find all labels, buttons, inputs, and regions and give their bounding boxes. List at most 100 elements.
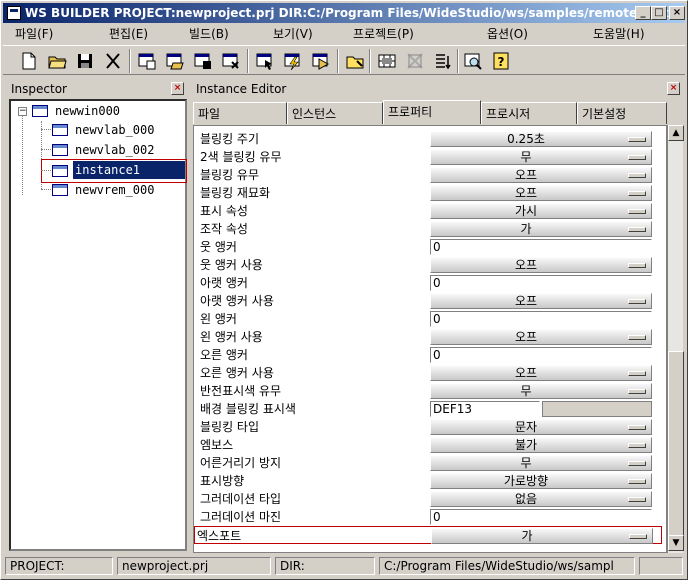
property-input[interactable]: 0 xyxy=(430,509,652,525)
property-choice[interactable]: 오프 xyxy=(430,185,652,201)
window-select-icon[interactable] xyxy=(253,49,277,73)
option-menu-button[interactable] xyxy=(628,335,646,340)
cut-icon[interactable] xyxy=(101,49,125,73)
option-menu-button[interactable] xyxy=(628,461,646,466)
open-folder-icon[interactable] xyxy=(45,49,69,73)
property-choice[interactable]: 오프 xyxy=(430,257,652,273)
inspector-tree[interactable]: − newwin000 newvlab_000 newvlab_002 inst… xyxy=(9,99,187,551)
option-menu-button[interactable] xyxy=(628,479,646,484)
new-window-icon[interactable] xyxy=(135,49,159,73)
property-label: 블링킹 주기 xyxy=(200,132,260,146)
property-choice[interactable]: 오프 xyxy=(430,329,652,345)
tree-node-selected[interactable]: instance1 xyxy=(73,161,185,179)
folder-icon[interactable] xyxy=(343,49,367,73)
property-input[interactable]: 0 xyxy=(430,347,652,363)
preview-icon[interactable] xyxy=(461,49,485,73)
menu-options[interactable]: 옵션(O) xyxy=(487,24,528,44)
build-icon[interactable] xyxy=(281,49,305,73)
tree-node[interactable]: newvlab_002 xyxy=(75,141,154,159)
save-window-icon[interactable] xyxy=(191,49,215,73)
property-choice[interactable]: 무 xyxy=(430,149,652,165)
property-choice[interactable]: 오프 xyxy=(430,293,652,309)
tree-expander[interactable]: − xyxy=(18,107,27,116)
option-menu-button[interactable] xyxy=(628,155,646,160)
property-choice[interactable]: 가 xyxy=(431,528,653,544)
option-menu-button[interactable] xyxy=(628,299,646,304)
property-choice[interactable]: 오프 xyxy=(430,167,652,183)
tab-default-settings[interactable]: 기본설정 xyxy=(577,102,667,124)
maximize-button[interactable]: □ xyxy=(651,6,667,20)
property-choice[interactable]: 없음 xyxy=(430,491,652,507)
new-file-icon[interactable] xyxy=(17,49,41,73)
tree-node[interactable]: newvlab_000 xyxy=(75,121,154,139)
scrollbar-thumb[interactable] xyxy=(668,351,684,537)
close-window-icon[interactable] xyxy=(219,49,243,73)
option-menu-button[interactable] xyxy=(628,173,646,178)
tab-property[interactable]: 프로퍼티 xyxy=(383,100,481,124)
tree-node[interactable]: newvrem_000 xyxy=(75,181,154,199)
tab-procedure[interactable]: 프로시저 xyxy=(481,102,577,124)
tab-file[interactable]: 파일 xyxy=(193,102,287,124)
property-input[interactable]: 0 xyxy=(430,239,652,255)
title-bar[interactable]: WS BUILDER PROJECT:newproject.prj DIR:C:… xyxy=(3,3,685,23)
toolbar: ? xyxy=(3,45,685,75)
tree-node-root[interactable]: newwin000 xyxy=(55,102,120,120)
property-choice[interactable]: 가로방향 xyxy=(430,473,652,489)
property-value: 오프 xyxy=(514,366,538,380)
run-icon[interactable] xyxy=(309,49,333,73)
property-choice[interactable]: 오프 xyxy=(430,365,652,381)
option-menu-button[interactable] xyxy=(628,425,646,430)
tab-instance[interactable]: 인스턴스 xyxy=(287,102,383,124)
editor-close-button[interactable]: × xyxy=(667,82,680,95)
menu-build[interactable]: 빌드(B) xyxy=(189,24,229,44)
window-icon xyxy=(32,105,48,117)
grid-icon[interactable] xyxy=(375,49,399,73)
property-label: 조작 속성 xyxy=(200,222,248,236)
option-menu-button[interactable] xyxy=(628,191,646,196)
align-icon[interactable] xyxy=(403,49,427,73)
option-menu-button[interactable] xyxy=(628,443,646,448)
save-icon[interactable] xyxy=(73,49,97,73)
menu-edit[interactable]: 편집(E) xyxy=(109,24,148,44)
scroll-down-button[interactable]: ▼ xyxy=(668,535,684,551)
option-menu-button[interactable] xyxy=(628,389,646,394)
menu-view[interactable]: 보기(V) xyxy=(273,24,313,44)
help-icon[interactable]: ? xyxy=(489,49,513,73)
close-button[interactable]: × xyxy=(669,6,685,20)
menu-help[interactable]: 도움말(H) xyxy=(593,24,645,44)
property-input[interactable]: 0 xyxy=(430,275,652,291)
option-menu-button[interactable] xyxy=(628,263,646,268)
property-row: 왼 앵커 사용 오프 xyxy=(198,328,658,346)
option-menu-button[interactable] xyxy=(628,371,646,376)
property-choice[interactable]: 가시 xyxy=(430,203,652,219)
open-window-icon[interactable] xyxy=(163,49,187,73)
property-choice[interactable]: 무 xyxy=(430,455,652,471)
property-row: 그러데이션 마진 0 xyxy=(198,508,658,526)
property-choice[interactable]: 가 xyxy=(430,221,652,237)
property-choice[interactable]: 불가 xyxy=(430,437,652,453)
property-choice[interactable]: 문자 xyxy=(430,419,652,435)
option-menu-button[interactable] xyxy=(628,209,646,214)
window-title: WS BUILDER PROJECT:newproject.prj DIR:C:… xyxy=(25,6,685,20)
property-choice[interactable]: 무 xyxy=(430,383,652,399)
property-value: 무 xyxy=(520,384,532,398)
vertical-scrollbar[interactable]: ▲ ▼ xyxy=(667,125,684,553)
option-menu-button[interactable] xyxy=(628,497,646,502)
property-value: 오프 xyxy=(514,258,538,272)
color-input[interactable]: DEF13 xyxy=(430,401,540,417)
list-icon[interactable] xyxy=(431,49,455,73)
property-choice[interactable]: 0.25초 xyxy=(430,131,652,147)
menu-file[interactable]: 파일(F) xyxy=(15,24,53,44)
property-label: 블링킹 유무 xyxy=(200,168,260,182)
option-menu-button[interactable] xyxy=(629,534,647,539)
inspector-close-button[interactable]: × xyxy=(171,82,184,95)
scroll-up-button[interactable]: ▲ xyxy=(668,125,684,141)
label-instance-icon xyxy=(52,124,68,136)
property-label: 반전표시색 유무 xyxy=(200,384,282,398)
option-menu-button[interactable] xyxy=(628,137,646,142)
option-menu-button[interactable] xyxy=(628,227,646,232)
menu-project[interactable]: 프로젝트(P) xyxy=(353,24,414,44)
minimize-button[interactable]: _ xyxy=(635,6,651,20)
color-swatch[interactable] xyxy=(542,401,652,417)
property-input[interactable]: 0 xyxy=(430,311,652,327)
